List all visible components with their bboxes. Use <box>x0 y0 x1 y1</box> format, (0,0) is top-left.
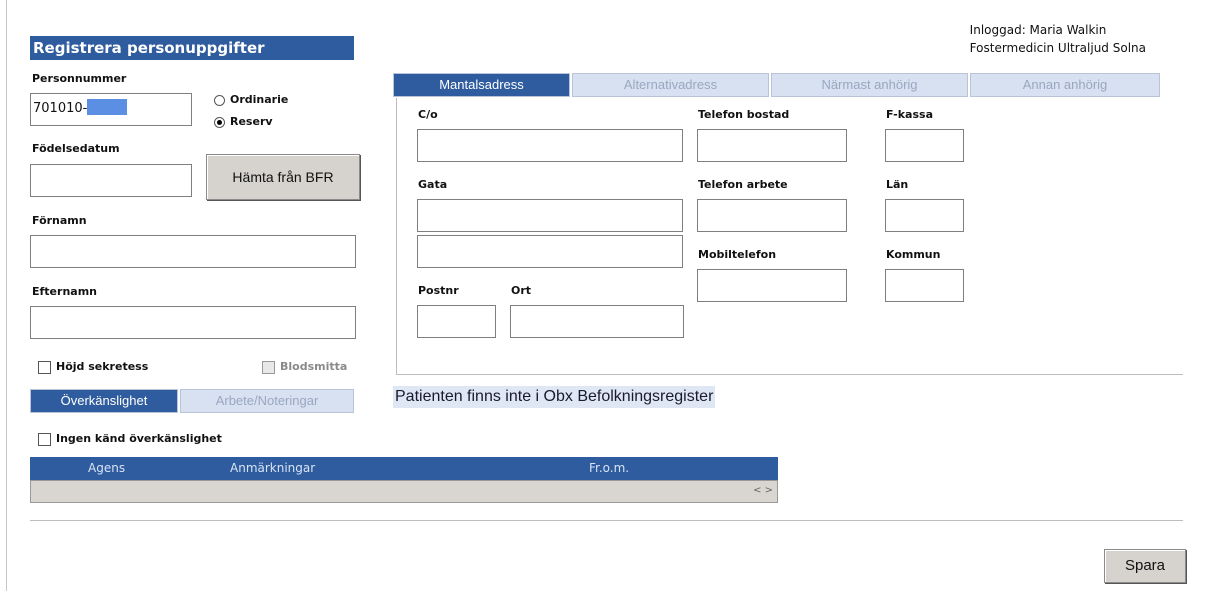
personnummer-label: Personnummer <box>32 72 127 85</box>
tel-arbete-label: Telefon arbete <box>698 178 788 191</box>
masked-digits <box>87 99 128 115</box>
fornamn-field[interactable] <box>30 235 356 268</box>
column-anmarkningar[interactable]: Anmärkningar <box>230 461 315 475</box>
tab-narmast-anhorig[interactable]: Närmast anhörig <box>771 73 968 97</box>
blodsmitta-box <box>262 360 275 374</box>
kommun-label: Kommun <box>886 248 941 261</box>
mobil-field[interactable] <box>697 269 847 302</box>
efternamn-field[interactable] <box>30 306 356 339</box>
radio-ordinarie-label: Ordinarie <box>230 93 289 106</box>
fkassa-field[interactable] <box>885 129 964 162</box>
tab-alternativadress[interactable]: Alternativadress <box>572 73 769 97</box>
logged-in-user: Inloggad: Maria Walkin <box>969 23 1107 37</box>
fodelsedatum-label: Födelsedatum <box>32 142 120 155</box>
address-panel-border <box>396 98 397 374</box>
ort-label: Ort <box>511 284 532 297</box>
tel-arbete-field[interactable] <box>697 199 847 232</box>
status-message: Patienten finns inte i Obx Befolkningsre… <box>393 386 716 408</box>
co-label: C/o <box>418 108 438 121</box>
ingen-kand-checkbox[interactable]: Ingen känd överkänslighet <box>38 432 222 446</box>
lan-label: Län <box>886 178 909 191</box>
column-agens[interactable]: Agens <box>88 461 125 475</box>
column-from[interactable]: Fr.o.m. <box>589 461 629 475</box>
tab-annan-anhorig[interactable]: Annan anhörig <box>970 73 1160 97</box>
hojd-sekretess-label: Höjd sekretess <box>56 360 149 373</box>
radio-reserv[interactable]: Reserv <box>214 115 273 128</box>
gata-label: Gata <box>418 178 448 191</box>
allergy-grid-body: < > <box>30 480 778 503</box>
radio-reserv-label: Reserv <box>230 115 273 128</box>
lan-field[interactable] <box>885 199 964 232</box>
tab-arbete-noteringar[interactable]: Arbete/Noteringar <box>180 389 354 413</box>
gata-field-2[interactable] <box>417 235 683 268</box>
blodsmitta-label: Blodsmitta <box>280 360 348 373</box>
fornamn-label: Förnamn <box>32 214 87 227</box>
tab-overkanslighet[interactable]: Överkänslighet <box>30 389 178 413</box>
tel-bostad-field[interactable] <box>697 129 847 162</box>
tel-bostad-label: Telefon bostad <box>698 108 790 121</box>
hojd-sekretess-box <box>38 360 51 374</box>
page-title: Registrera personuppgifter <box>30 36 354 60</box>
fkassa-label: F-kassa <box>886 108 933 121</box>
left-border <box>6 0 7 591</box>
blodsmitta-checkbox: Blodsmitta <box>262 360 347 374</box>
hojd-sekretess-checkbox[interactable]: Höjd sekretess <box>38 360 148 374</box>
fodelsedatum-field[interactable] <box>30 164 192 197</box>
ingen-kand-label: Ingen känd överkänslighet <box>56 432 222 445</box>
logged-in-unit: Fostermedicin Ultraljud Solna <box>969 41 1146 55</box>
save-button[interactable]: Spara <box>1104 549 1186 583</box>
allergy-grid-header: Agens Anmärkningar Fr.o.m. <box>30 457 778 480</box>
ort-field[interactable] <box>510 305 684 338</box>
co-field[interactable] <box>417 129 683 162</box>
postnr-label: Postnr <box>418 284 459 297</box>
radio-ordinarie[interactable]: Ordinarie <box>214 93 288 106</box>
ingen-kand-box <box>38 432 51 446</box>
postnr-field[interactable] <box>417 305 496 338</box>
personnummer-field[interactable]: 701010- <box>30 93 192 126</box>
gata-field-1[interactable] <box>417 199 683 232</box>
horizontal-scroll-arrows[interactable]: < > <box>753 485 773 496</box>
tab-mantalsadress[interactable]: Mantalsadress <box>393 73 570 97</box>
bottom-divider <box>30 520 1183 521</box>
mobil-label: Mobiltelefon <box>698 248 777 261</box>
kommun-field[interactable] <box>885 269 964 302</box>
efternamn-label: Efternamn <box>32 285 97 298</box>
address-panel-bottom <box>396 374 1183 375</box>
radio-ordinarie-dot <box>214 94 225 106</box>
fetch-from-bfr-button[interactable]: Hämta från BFR <box>206 154 360 200</box>
personnummer-value: 701010- <box>33 101 88 116</box>
radio-reserv-dot <box>214 116 225 128</box>
login-info: Inloggad: Maria Walkin Fostermedicin Ult… <box>970 21 1146 57</box>
